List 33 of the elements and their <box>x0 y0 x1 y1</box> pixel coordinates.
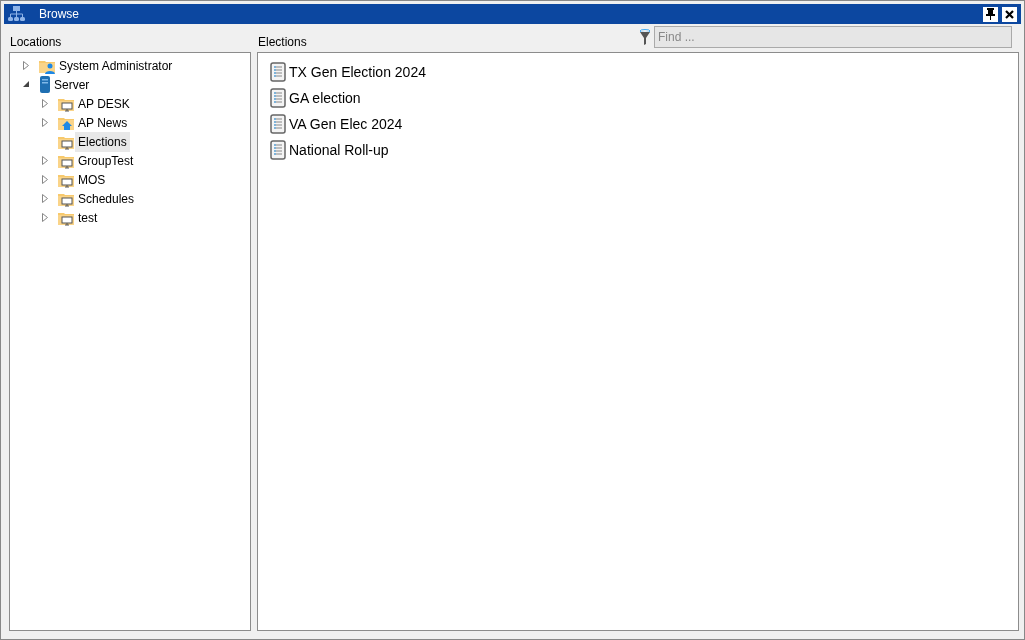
close-button[interactable] <box>1002 6 1017 22</box>
tree-item[interactable]: System Administrator <box>56 55 176 76</box>
tree-item[interactable]: Schedules <box>75 188 138 209</box>
filter-icon <box>639 28 651 46</box>
tree-item[interactable]: Server <box>51 74 93 95</box>
expand-arrow-icon[interactable] <box>39 154 51 167</box>
tree-item[interactable]: test <box>75 207 101 228</box>
tree-item[interactable]: AP News <box>75 112 131 133</box>
pane-label: Elections <box>258 34 307 51</box>
window-title: Browse <box>39 6 79 23</box>
election-item[interactable]: GA election <box>289 87 361 109</box>
election-item[interactable]: National Roll-up <box>289 139 389 161</box>
expand-arrow-icon[interactable] <box>39 116 51 129</box>
list-document-icon <box>270 114 286 134</box>
expand-arrow-icon[interactable] <box>39 192 51 205</box>
tree-item[interactable]: Elections <box>75 131 130 152</box>
tree-item[interactable]: AP DESK <box>75 93 133 114</box>
expand-arrow-icon[interactable] <box>39 211 51 224</box>
expand-arrow-icon[interactable] <box>39 173 51 186</box>
expand-arrow-icon[interactable] <box>20 59 32 72</box>
list-document-icon <box>270 62 286 82</box>
pane-label: Locations <box>10 34 62 51</box>
list-document-icon <box>270 88 286 108</box>
tree-item[interactable]: GroupTest <box>75 150 137 171</box>
find-field[interactable]: Find ... <box>654 26 1012 48</box>
list-document-icon <box>270 140 286 160</box>
network-icon <box>8 6 25 22</box>
election-item[interactable]: VA Gen Elec 2024 <box>289 113 403 135</box>
server-icon <box>39 76 51 93</box>
expand-arrow-icon[interactable] <box>39 97 51 110</box>
tree-item[interactable]: MOS <box>75 169 109 190</box>
pin-button[interactable] <box>983 6 998 22</box>
election-item[interactable]: TX Gen Election 2024 <box>289 61 426 83</box>
